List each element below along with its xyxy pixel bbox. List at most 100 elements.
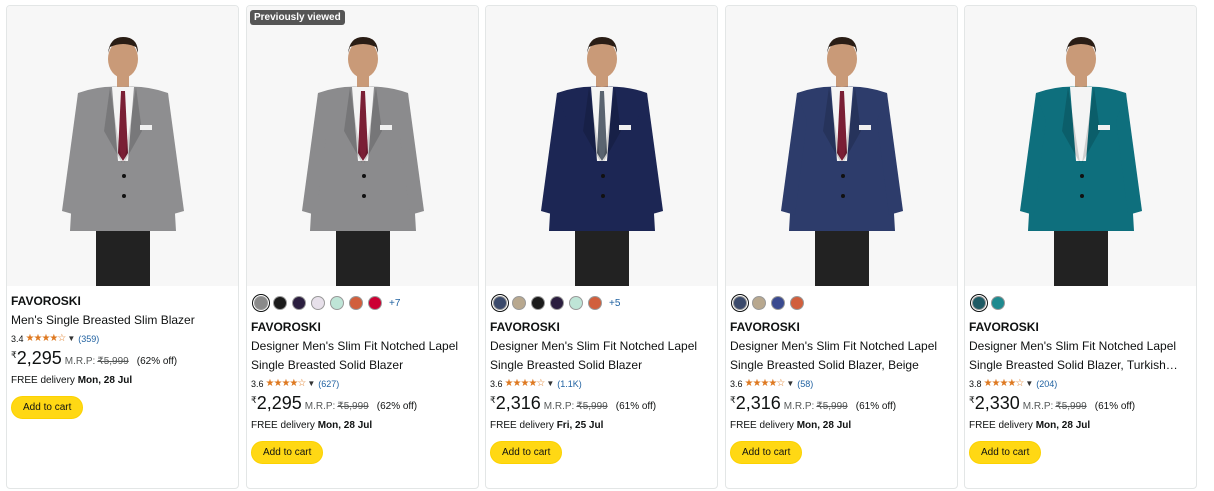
color-swatch[interactable] [493,296,507,310]
delivery-info: FREE delivery Mon, 28 Jul [11,375,234,386]
delivery-info: FREE delivery Mon, 28 Jul [969,420,1192,431]
color-swatch[interactable] [311,296,325,310]
add-to-cart-button[interactable]: Add to cart [730,441,803,464]
product-details: FAVOROSKI Designer Men's Slim Fit Notche… [730,319,953,464]
price: 2,295 [256,393,302,413]
rating-row: 3.6 ★★★★☆ ▼ (58) [730,378,953,389]
review-count-link[interactable]: (359) [78,334,99,344]
more-colors-link[interactable]: +7 [389,298,400,309]
color-swatch[interactable] [733,296,747,310]
mrp: M.R.P: ₹5,999 [1023,401,1087,412]
price-row: ₹ 2,295 M.R.P: ₹5,999 (62% off) [251,393,474,414]
product-image[interactable] [965,6,1196,286]
star-rating-icon[interactable]: ★★★★☆ [26,333,67,344]
product-card[interactable]: FAVOROSKI Designer Men's Slim Fit Notche… [964,5,1197,489]
price-row: ₹ 2,330 M.R.P: ₹5,999 (61% off) [969,393,1192,414]
chevron-down-icon[interactable]: ▼ [67,334,75,343]
price: 2,316 [495,393,541,413]
color-swatch[interactable] [771,296,785,310]
star-rating-icon[interactable]: ★★★★☆ [745,378,786,389]
color-swatches: +7 [254,296,400,310]
color-swatches: +5 [493,296,620,310]
delivery-info: FREE delivery Mon, 28 Jul [730,420,953,431]
star-rating-icon[interactable]: ★★★★☆ [505,378,546,389]
discount: (62% off) [136,356,178,367]
review-count-link[interactable]: (1.1K) [557,379,582,389]
product-title[interactable]: Men's Single Breasted Slim Blazer [11,311,234,330]
delivery-prefix: FREE delivery [11,375,75,386]
chevron-down-icon[interactable]: ▼ [786,379,794,388]
delivery-date: Mon, 28 Jul [1035,420,1091,431]
product-image[interactable] [247,6,478,286]
mrp: M.R.P: ₹5,999 [784,401,848,412]
add-to-cart-button[interactable]: Add to cart [251,441,324,464]
review-count-link[interactable]: (627) [318,379,339,389]
add-to-cart-button[interactable]: Add to cart [490,441,563,464]
product-title[interactable]: Designer Men's Slim Fit Notched Lapel Si… [490,337,713,375]
review-count-link[interactable]: (204) [1036,379,1057,389]
product-grid: FAVOROSKI Men's Single Breasted Slim Bla… [0,0,1214,491]
brand-name: FAVOROSKI [730,320,800,334]
product-image[interactable] [486,6,717,286]
color-swatch[interactable] [254,296,268,310]
mrp: M.R.P: ₹5,999 [65,356,129,367]
product-card[interactable]: FAVOROSKI Men's Single Breasted Slim Bla… [6,5,239,489]
chevron-down-icon[interactable]: ▼ [546,379,554,388]
mrp: M.R.P: ₹5,999 [305,401,369,412]
delivery-date: Mon, 28 Jul [317,420,373,431]
star-rating-icon[interactable]: ★★★★☆ [266,378,307,389]
product-card[interactable]: +5 FAVOROSKI Designer Men's Slim Fit Not… [485,5,718,489]
more-colors-link[interactable]: +5 [609,298,620,309]
chevron-down-icon[interactable]: ▼ [307,379,315,388]
color-swatches [733,296,804,310]
color-swatch[interactable] [991,296,1005,310]
color-swatch[interactable] [273,296,287,310]
product-image[interactable] [7,6,238,286]
delivery-prefix: FREE delivery [730,420,794,431]
price: 2,316 [735,393,781,413]
chevron-down-icon[interactable]: ▼ [1025,379,1033,388]
product-card[interactable]: FAVOROSKI Designer Men's Slim Fit Notche… [725,5,958,489]
previously-viewed-badge: Previously viewed [250,10,345,25]
product-card[interactable]: Previously viewed +7 FAVOROSKI Designer … [246,5,479,489]
color-swatch[interactable] [550,296,564,310]
review-count-link[interactable]: (58) [797,379,813,389]
mrp-value: ₹5,999 [1055,401,1087,412]
color-swatch[interactable] [512,296,526,310]
star-rating-icon[interactable]: ★★★★☆ [984,378,1025,389]
discount: (61% off) [855,401,897,412]
rating-value: 3.8 [969,378,982,389]
color-swatch[interactable] [752,296,766,310]
color-swatch[interactable] [569,296,583,310]
add-to-cart-button[interactable]: Add to cart [11,396,84,419]
rating-row: 3.6 ★★★★☆ ▼ (627) [251,378,474,389]
color-swatch[interactable] [349,296,363,310]
delivery-prefix: FREE delivery [490,420,554,431]
mrp-label: M.R.P: [543,401,575,412]
delivery-prefix: FREE delivery [251,420,315,431]
color-swatch[interactable] [531,296,545,310]
color-swatch[interactable] [588,296,602,310]
product-details: FAVOROSKI Men's Single Breasted Slim Bla… [11,293,234,419]
blazer-illustration [540,37,663,286]
color-swatch[interactable] [972,296,986,310]
blazer-illustration [301,37,424,286]
color-swatch[interactable] [368,296,382,310]
product-details: FAVOROSKI Designer Men's Slim Fit Notche… [969,319,1192,464]
delivery-prefix: FREE delivery [969,420,1033,431]
product-details: FAVOROSKI Designer Men's Slim Fit Notche… [251,319,474,464]
brand-name: FAVOROSKI [251,320,321,334]
add-to-cart-button[interactable]: Add to cart [969,441,1042,464]
color-swatch[interactable] [330,296,344,310]
product-title[interactable]: Designer Men's Slim Fit Notched Lapel Si… [251,337,474,375]
delivery-date: Mon, 28 Jul [77,375,133,386]
mrp-label: M.R.P: [1022,401,1054,412]
price: 2,330 [974,393,1020,413]
color-swatch[interactable] [292,296,306,310]
product-title[interactable]: Designer Men's Slim Fit Notched Lapel Si… [969,337,1192,375]
product-title[interactable]: Designer Men's Slim Fit Notched Lapel Si… [730,337,953,375]
mrp-value: ₹5,999 [97,356,129,367]
mrp-value: ₹5,999 [816,401,848,412]
color-swatch[interactable] [790,296,804,310]
product-image[interactable] [726,6,957,286]
